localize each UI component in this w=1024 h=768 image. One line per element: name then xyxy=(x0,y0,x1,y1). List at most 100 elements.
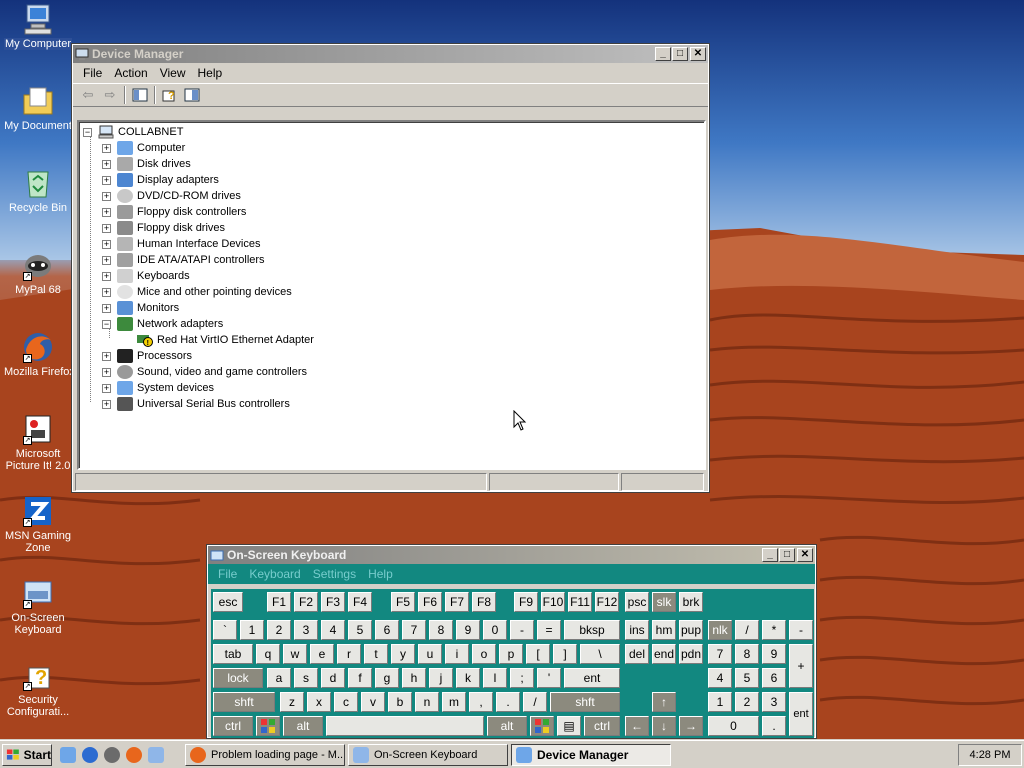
key-right-shift[interactable]: shft xyxy=(550,692,620,712)
key-8[interactable]: 8 xyxy=(429,620,453,640)
tree-item-ide[interactable]: + IDE ATA/ATAPI controllers xyxy=(102,252,265,268)
key-f8[interactable]: F8 xyxy=(472,592,496,612)
key-num-3[interactable]: 3 xyxy=(762,692,786,712)
key-0[interactable]: 0 xyxy=(483,620,507,640)
maximize-button[interactable]: □ xyxy=(672,47,688,61)
menu-settings[interactable]: Settings xyxy=(307,567,362,581)
key-esc[interactable]: esc xyxy=(213,592,243,612)
key-f5[interactable]: F5 xyxy=(391,592,415,612)
key-ins[interactable]: ins xyxy=(625,620,649,640)
key-tab[interactable]: tab xyxy=(213,644,253,664)
key-backspace[interactable]: bksp xyxy=(564,620,620,640)
desktop-icon-my-computer[interactable]: My Computer xyxy=(2,2,74,64)
mypal-quicklaunch-icon[interactable] xyxy=(104,747,120,763)
key-o[interactable]: o xyxy=(472,644,496,664)
close-button[interactable]: ✕ xyxy=(797,548,813,562)
desktop-icon-recycle-bin[interactable]: Recycle Bin xyxy=(2,166,74,228)
tree-item-floppy-controllers[interactable]: + Floppy disk controllers xyxy=(102,204,246,220)
key-7[interactable]: 7 xyxy=(402,620,426,640)
task-device-manager[interactable]: Device Manager xyxy=(511,744,671,766)
key-f4[interactable]: F4 xyxy=(348,592,372,612)
key-arrow-up[interactable]: ↑ xyxy=(652,692,676,712)
key-a[interactable]: a xyxy=(267,668,291,688)
desktop-icon-osk[interactable]: ↗ On-Screen Keyboard xyxy=(2,576,74,638)
key-g[interactable]: g xyxy=(375,668,399,688)
tree-item-network-adapters[interactable]: − Network adapters xyxy=(102,316,223,332)
properties-pane-icon[interactable] xyxy=(181,85,203,105)
key-f[interactable]: f xyxy=(348,668,372,688)
tree-item-processors[interactable]: + Processors xyxy=(102,348,192,364)
key-f10[interactable]: F10 xyxy=(541,592,565,612)
key-right-ctrl[interactable]: ctrl xyxy=(584,716,620,736)
key-2[interactable]: 2 xyxy=(267,620,291,640)
key-n[interactable]: n xyxy=(415,692,439,712)
key-num-9[interactable]: 9 xyxy=(762,644,786,664)
key-l[interactable]: l xyxy=(483,668,507,688)
system-tray-clock[interactable]: 4:28 PM xyxy=(958,744,1022,766)
key-d[interactable]: d xyxy=(321,668,345,688)
help-properties-icon[interactable]: ? xyxy=(159,85,181,105)
key-home[interactable]: hm xyxy=(652,620,676,640)
tree-item-dvd-drives[interactable]: + DVD/CD-ROM drives xyxy=(102,188,241,204)
key-numlock[interactable]: nlk xyxy=(708,620,732,640)
key-backslash[interactable]: \ xyxy=(580,644,620,664)
key-9[interactable]: 9 xyxy=(456,620,480,640)
tree-item-floppy-drives[interactable]: + Floppy disk drives xyxy=(102,220,225,236)
key-q[interactable]: q xyxy=(256,644,280,664)
key-enter[interactable]: ent xyxy=(564,668,620,688)
key-num-8[interactable]: 8 xyxy=(735,644,759,664)
desktop-icon-security-config[interactable]: ? ↗ Security Configurati... xyxy=(2,658,74,720)
key-right-win[interactable] xyxy=(530,716,554,736)
key-num-7[interactable]: 7 xyxy=(708,644,732,664)
key-left-win[interactable] xyxy=(256,716,280,736)
key-pgup[interactable]: pup xyxy=(679,620,703,640)
key-app-menu[interactable]: ▤ xyxy=(557,716,581,736)
minimize-button[interactable]: _ xyxy=(762,548,778,562)
key-e[interactable]: e xyxy=(310,644,334,664)
key-4[interactable]: 4 xyxy=(321,620,345,640)
back-arrow-icon[interactable]: ⇦ xyxy=(77,85,99,105)
key-right-alt[interactable]: alt xyxy=(487,716,527,736)
desktop-icon-my-documents[interactable]: My Document xyxy=(2,84,74,146)
key-brk[interactable]: brk xyxy=(679,592,703,612)
key-f3[interactable]: F3 xyxy=(321,592,345,612)
osk-window[interactable]: On-Screen Keyboard _ □ ✕ File Keyboard S… xyxy=(206,544,817,739)
key-f11[interactable]: F11 xyxy=(568,592,592,612)
menu-file[interactable]: File xyxy=(212,567,243,581)
menu-file[interactable]: File xyxy=(77,66,108,80)
key-period[interactable]: . xyxy=(496,692,520,712)
key-z[interactable]: z xyxy=(280,692,304,712)
show-hide-tree-icon[interactable] xyxy=(129,85,151,105)
device-manager-titlebar[interactable]: Device Manager _ □ ✕ xyxy=(73,45,708,63)
key-y[interactable]: y xyxy=(391,644,415,664)
menu-help[interactable]: Help xyxy=(192,66,229,80)
key-f9[interactable]: F9 xyxy=(514,592,538,612)
task-osk[interactable]: On-Screen Keyboard xyxy=(348,744,508,766)
key-num-enter[interactable]: ent xyxy=(789,692,813,736)
menu-view[interactable]: View xyxy=(154,66,192,80)
menu-keyboard[interactable]: Keyboard xyxy=(243,567,306,581)
key-k[interactable]: k xyxy=(456,668,480,688)
key-comma[interactable]: , xyxy=(469,692,493,712)
key-p[interactable]: p xyxy=(499,644,523,664)
key-f12[interactable]: F12 xyxy=(595,592,619,612)
key-m[interactable]: m xyxy=(442,692,466,712)
key-left-alt[interactable]: alt xyxy=(283,716,323,736)
key-arrow-down[interactable]: ↓ xyxy=(652,716,676,736)
key-u[interactable]: u xyxy=(418,644,442,664)
key-num-6[interactable]: 6 xyxy=(762,668,786,688)
tree-item-display-adapters[interactable]: + Display adapters xyxy=(102,172,219,188)
key-x[interactable]: x xyxy=(307,692,331,712)
tree-item-computer[interactable]: + Computer xyxy=(102,140,185,156)
key-arrow-right[interactable]: → xyxy=(679,716,703,736)
key-num-multiply[interactable]: * xyxy=(762,620,786,640)
key-t[interactable]: t xyxy=(364,644,388,664)
key-c[interactable]: c xyxy=(334,692,358,712)
desktop-icon-msn-zone[interactable]: ↗ MSN Gaming Zone xyxy=(2,494,74,556)
osk-titlebar[interactable]: On-Screen Keyboard _ □ ✕ xyxy=(208,546,815,564)
close-button[interactable]: ✕ xyxy=(690,47,706,61)
key-left-shift[interactable]: shft xyxy=(213,692,275,712)
osk-quicklaunch-icon[interactable] xyxy=(148,747,164,763)
tree-item-monitors[interactable]: + Monitors xyxy=(102,300,179,316)
key-b[interactable]: b xyxy=(388,692,412,712)
